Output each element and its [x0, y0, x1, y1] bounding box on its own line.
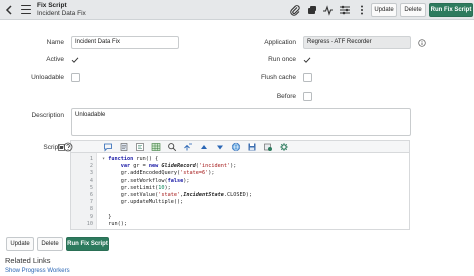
- active-label: Active: [46, 56, 64, 63]
- description-label: Description: [31, 112, 64, 119]
- paperclip-icon[interactable]: [289, 4, 301, 16]
- before-label: Before: [276, 93, 296, 100]
- line-number: 3: [89, 170, 93, 177]
- application-label: Application: [264, 39, 296, 46]
- down-icon[interactable]: [215, 142, 225, 152]
- description-field[interactable]: Unloadable: [71, 108, 411, 136]
- header-update-button[interactable]: Update: [371, 3, 397, 17]
- code-line: 8: [71, 206, 409, 213]
- search-icon[interactable]: [167, 142, 177, 152]
- update-button[interactable]: Update: [6, 237, 34, 251]
- delete-button[interactable]: Delete: [37, 237, 63, 251]
- form-header: Fix Script Incident Data Fix Update Dele…: [0, 0, 474, 20]
- application-field[interactable]: Regress - ATF Recorder: [303, 36, 411, 49]
- bug-icon[interactable]: [263, 142, 273, 152]
- flush-cache-checkbox[interactable]: [303, 73, 312, 82]
- line-number: 1: [89, 156, 93, 162]
- code-icon[interactable]: [119, 142, 129, 152]
- code-line: 3 gr.addEncodedQuery('state=6');: [71, 170, 409, 177]
- code-line: 1 ▾ function run() {: [71, 156, 409, 163]
- before-checkbox[interactable]: [303, 92, 312, 101]
- unloadable-label: Unloadable: [31, 74, 64, 81]
- related-links-heading: Related Links: [5, 256, 51, 265]
- line-number: 10: [86, 220, 93, 227]
- script-label: Script: [43, 144, 60, 151]
- info-icon[interactable]: [418, 39, 426, 47]
- code-line: 5 gr.setLimit(10);: [71, 185, 409, 192]
- sliders-icon[interactable]: [339, 4, 351, 16]
- save-icon[interactable]: [247, 142, 257, 152]
- run-fix-script-button[interactable]: Run Fix Script: [66, 237, 109, 251]
- help-icon[interactable]: [63, 142, 73, 152]
- up-icon[interactable]: [199, 142, 209, 152]
- globe-icon[interactable]: [231, 142, 241, 152]
- comment-icon[interactable]: [103, 142, 113, 152]
- code-line: 7 gr.updateMultiple();: [71, 199, 409, 206]
- script-editor[interactable]: 1 ▾ function run() { 2 var gr = new Glide…: [70, 152, 410, 230]
- code-line: 2 var gr = new GlideRecord('incident');: [71, 163, 409, 170]
- code-line: 10 run();: [71, 221, 409, 228]
- replace-icon[interactable]: [183, 142, 193, 152]
- format-icon[interactable]: [135, 142, 145, 152]
- code-line: 9 }: [71, 214, 409, 221]
- line-number: 2: [89, 163, 93, 170]
- script-editor-toolbar: [63, 140, 410, 152]
- code-line: 4 gr.setWorkflow(false);: [71, 178, 409, 185]
- header-run-fix-script-button[interactable]: Run Fix Script: [429, 3, 473, 17]
- page-title: Fix Script: [37, 2, 67, 9]
- line-number: 6: [89, 192, 93, 198]
- run-once-label: Run once: [268, 56, 296, 63]
- line-number: 8: [89, 206, 93, 213]
- unloadable-checkbox[interactable]: [71, 73, 80, 82]
- header-delete-button[interactable]: Delete: [400, 3, 426, 17]
- code-line: 6 gr.setValue('state',IncidentState.CLOS…: [71, 192, 409, 199]
- flush-cache-label: Flush cache: [260, 74, 296, 81]
- show-progress-workers-link[interactable]: Show Progress Workers: [5, 268, 70, 274]
- line-number: 7: [89, 199, 93, 206]
- page-subtitle: Incident Data Fix: [37, 10, 86, 17]
- line-number: 5: [89, 184, 93, 191]
- record-title: Fix Script Incident Data Fix: [37, 2, 86, 18]
- grid-icon[interactable]: [151, 142, 161, 152]
- name-label: Name: [46, 39, 64, 46]
- back-icon[interactable]: [2, 3, 16, 17]
- active-checkbox[interactable]: [71, 56, 79, 64]
- more-icon[interactable]: [356, 4, 368, 16]
- settings-icon[interactable]: [279, 142, 289, 152]
- line-number: 9: [89, 213, 93, 220]
- run-once-checkbox[interactable]: [303, 56, 311, 64]
- name-field[interactable]: Incident Data Fix: [71, 36, 179, 49]
- line-number: 4: [89, 177, 93, 184]
- pulse-icon[interactable]: [322, 4, 334, 16]
- menu-icon[interactable]: [21, 5, 31, 15]
- activity-icon[interactable]: [306, 4, 318, 16]
